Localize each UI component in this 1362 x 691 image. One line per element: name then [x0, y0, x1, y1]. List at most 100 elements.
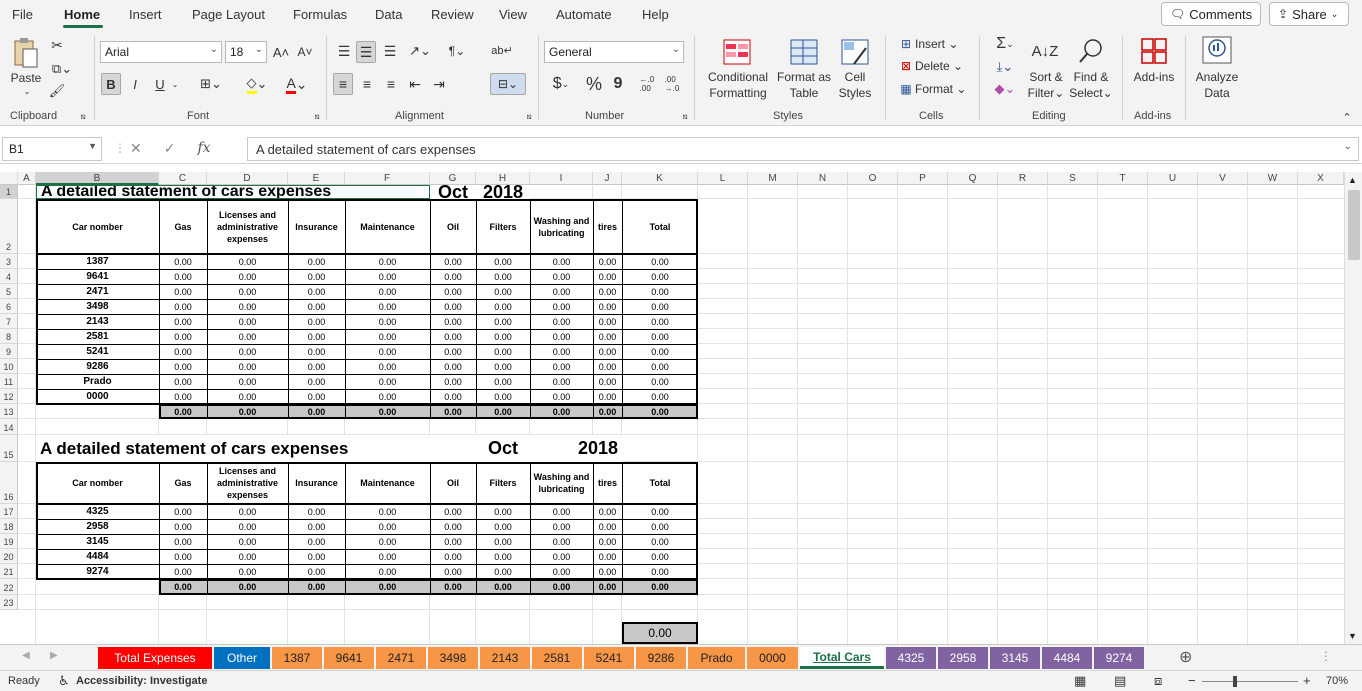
value-cell[interactable]: 0.00 — [622, 359, 698, 374]
value-cell[interactable]: 0.00 — [159, 329, 207, 344]
insert-function-icon[interactable]: fx — [197, 140, 210, 157]
format-table-label-2[interactable]: Table — [779, 86, 829, 100]
sheet-tab[interactable]: 4325 — [886, 647, 936, 669]
paste-label[interactable]: Paste — [8, 71, 44, 85]
value-cell[interactable]: 0.00 — [593, 329, 622, 344]
value-cell[interactable]: 0.00 — [593, 299, 622, 314]
wrap-text-icon[interactable]: ab↵ — [491, 38, 513, 62]
value-cell[interactable]: 0.00 — [530, 389, 593, 404]
sheet-title[interactable]: A detailed statement of cars expenses — [36, 185, 430, 199]
value-cell[interactable]: 0.00 — [430, 389, 476, 404]
zoom-slider[interactable] — [1202, 681, 1298, 682]
table-header-cell[interactable]: Maintenance — [345, 199, 430, 254]
comma-style-icon[interactable]: 9 — [610, 73, 626, 95]
column-header[interactable]: L — [698, 172, 748, 185]
value-cell[interactable]: 0.00 — [476, 519, 530, 534]
row-header[interactable]: 7 — [0, 314, 18, 329]
car-number-cell[interactable]: Prado — [36, 374, 159, 389]
table-header-cell[interactable]: Licenses and administrative expenses — [207, 199, 288, 254]
value-cell[interactable]: 0.00 — [622, 504, 698, 519]
sheet-tab[interactable]: Prado — [688, 647, 745, 669]
formula-input[interactable]: A detailed statement of cars expenses ⌄ — [247, 137, 1359, 161]
sheet-tab[interactable]: 1387 — [272, 647, 322, 669]
value-cell[interactable]: 0.00 — [207, 299, 288, 314]
page-layout-view-icon[interactable]: ▤ — [1114, 673, 1126, 689]
row-header[interactable]: 12 — [0, 389, 18, 404]
value-cell[interactable]: 0.00 — [622, 314, 698, 329]
zoom-in-icon[interactable]: + — [1303, 673, 1311, 688]
value-cell[interactable]: 0.00 — [476, 504, 530, 519]
value-cell[interactable]: 0.00 — [288, 254, 345, 269]
value-cell[interactable]: 0.00 — [207, 519, 288, 534]
sheet-tab[interactable]: Other — [214, 647, 270, 669]
sort-filter-icon[interactable]: A↓Z — [1030, 36, 1060, 66]
value-cell[interactable]: 0.00 — [430, 504, 476, 519]
table-header-cell[interactable]: tires — [593, 462, 622, 504]
align-bottom-icon[interactable]: ☰ — [381, 41, 399, 61]
value-cell[interactable]: 0.00 — [430, 314, 476, 329]
format-table-icon[interactable] — [788, 36, 820, 68]
row-header[interactable]: 21 — [0, 564, 18, 579]
value-cell[interactable]: 0.00 — [530, 269, 593, 284]
table-header-cell[interactable]: Total — [622, 199, 698, 254]
column-header[interactable]: U — [1148, 172, 1198, 185]
zoom-out-icon[interactable]: − — [1188, 673, 1196, 688]
menu-file[interactable]: File — [12, 7, 33, 22]
value-cell[interactable]: 0.00 — [622, 299, 698, 314]
copy-icon[interactable]: ⧉⌄ — [48, 60, 76, 78]
value-cell[interactable]: 0.00 — [593, 534, 622, 549]
column-header[interactable]: K — [622, 172, 698, 185]
insert-cells-button[interactable]: Insert ⌄ — [915, 36, 965, 52]
sheet-tab[interactable]: 2958 — [938, 647, 988, 669]
value-cell[interactable]: 0.00 — [345, 314, 430, 329]
row-header[interactable]: 1 — [0, 185, 18, 199]
column-header[interactable]: O — [848, 172, 898, 185]
cancel-icon[interactable]: ✕ — [130, 140, 142, 157]
clipboard-launcher-icon[interactable]: ⧅ — [78, 112, 88, 122]
sheet-tab[interactable]: 3145 — [990, 647, 1040, 669]
sheet-tab[interactable]: Total Expenses — [98, 647, 212, 669]
value-cell[interactable]: 0.00 — [593, 269, 622, 284]
row-header[interactable]: 10 — [0, 359, 18, 374]
row-header[interactable]: 22 — [0, 579, 18, 595]
value-cell[interactable]: 0.00 — [622, 549, 698, 564]
value-cell[interactable]: 0.00 — [288, 534, 345, 549]
car-number-cell[interactable]: 4325 — [36, 504, 159, 519]
find-select-label-1[interactable]: Find & — [1070, 70, 1112, 84]
clear-icon[interactable]: ◆⌄ — [990, 80, 1020, 98]
table-header-cell[interactable]: Insurance — [288, 199, 345, 254]
value-cell[interactable]: 0.00 — [207, 564, 288, 579]
sheet-tab[interactable]: 9641 — [324, 647, 374, 669]
column-header[interactable]: G — [430, 172, 476, 185]
title-month[interactable]: Oct — [476, 435, 530, 462]
font-color-icon[interactable]: A ⌄ — [281, 73, 313, 95]
value-cell[interactable]: 0.00 — [622, 269, 698, 284]
number-launcher-icon[interactable]: ⧅ — [680, 112, 690, 122]
add-ins-button[interactable]: Add-ins — [1130, 70, 1178, 84]
table-header-cell[interactable]: Washing and lubricating — [530, 462, 593, 504]
value-cell[interactable]: 0.00 — [622, 519, 698, 534]
value-cell[interactable]: 0.00 — [622, 254, 698, 269]
currency-icon[interactable]: $ ⌄ — [546, 73, 576, 95]
row-header[interactable]: 3 — [0, 254, 18, 269]
value-cell[interactable]: 0.00 — [159, 549, 207, 564]
fill-color-icon[interactable]: ◇ ⌄ — [241, 73, 273, 95]
car-number-cell[interactable]: 0000 — [36, 389, 159, 404]
table-header-cell[interactable]: Gas — [159, 462, 207, 504]
sheet-tab[interactable]: 3498 — [428, 647, 478, 669]
sheet-tab[interactable]: 9286 — [636, 647, 686, 669]
value-cell[interactable]: 0.00 — [288, 314, 345, 329]
scroll-down-icon[interactable]: ▼ — [1348, 631, 1357, 641]
value-cell[interactable]: 0.00 — [207, 254, 288, 269]
car-number-cell[interactable]: 5241 — [36, 344, 159, 359]
select-all-corner[interactable] — [0, 172, 18, 185]
value-cell[interactable]: 0.00 — [288, 269, 345, 284]
value-cell[interactable]: 0.00 — [207, 534, 288, 549]
column-header[interactable]: I — [530, 172, 593, 185]
sheet-tab[interactable]: 9274 — [1094, 647, 1144, 669]
menu-review[interactable]: Review — [431, 7, 474, 22]
value-cell[interactable]: 0.00 — [430, 519, 476, 534]
value-cell[interactable]: 0.00 — [530, 534, 593, 549]
value-cell[interactable]: 0.00 — [476, 329, 530, 344]
borders-icon[interactable]: ⊞⌄ — [195, 73, 227, 95]
